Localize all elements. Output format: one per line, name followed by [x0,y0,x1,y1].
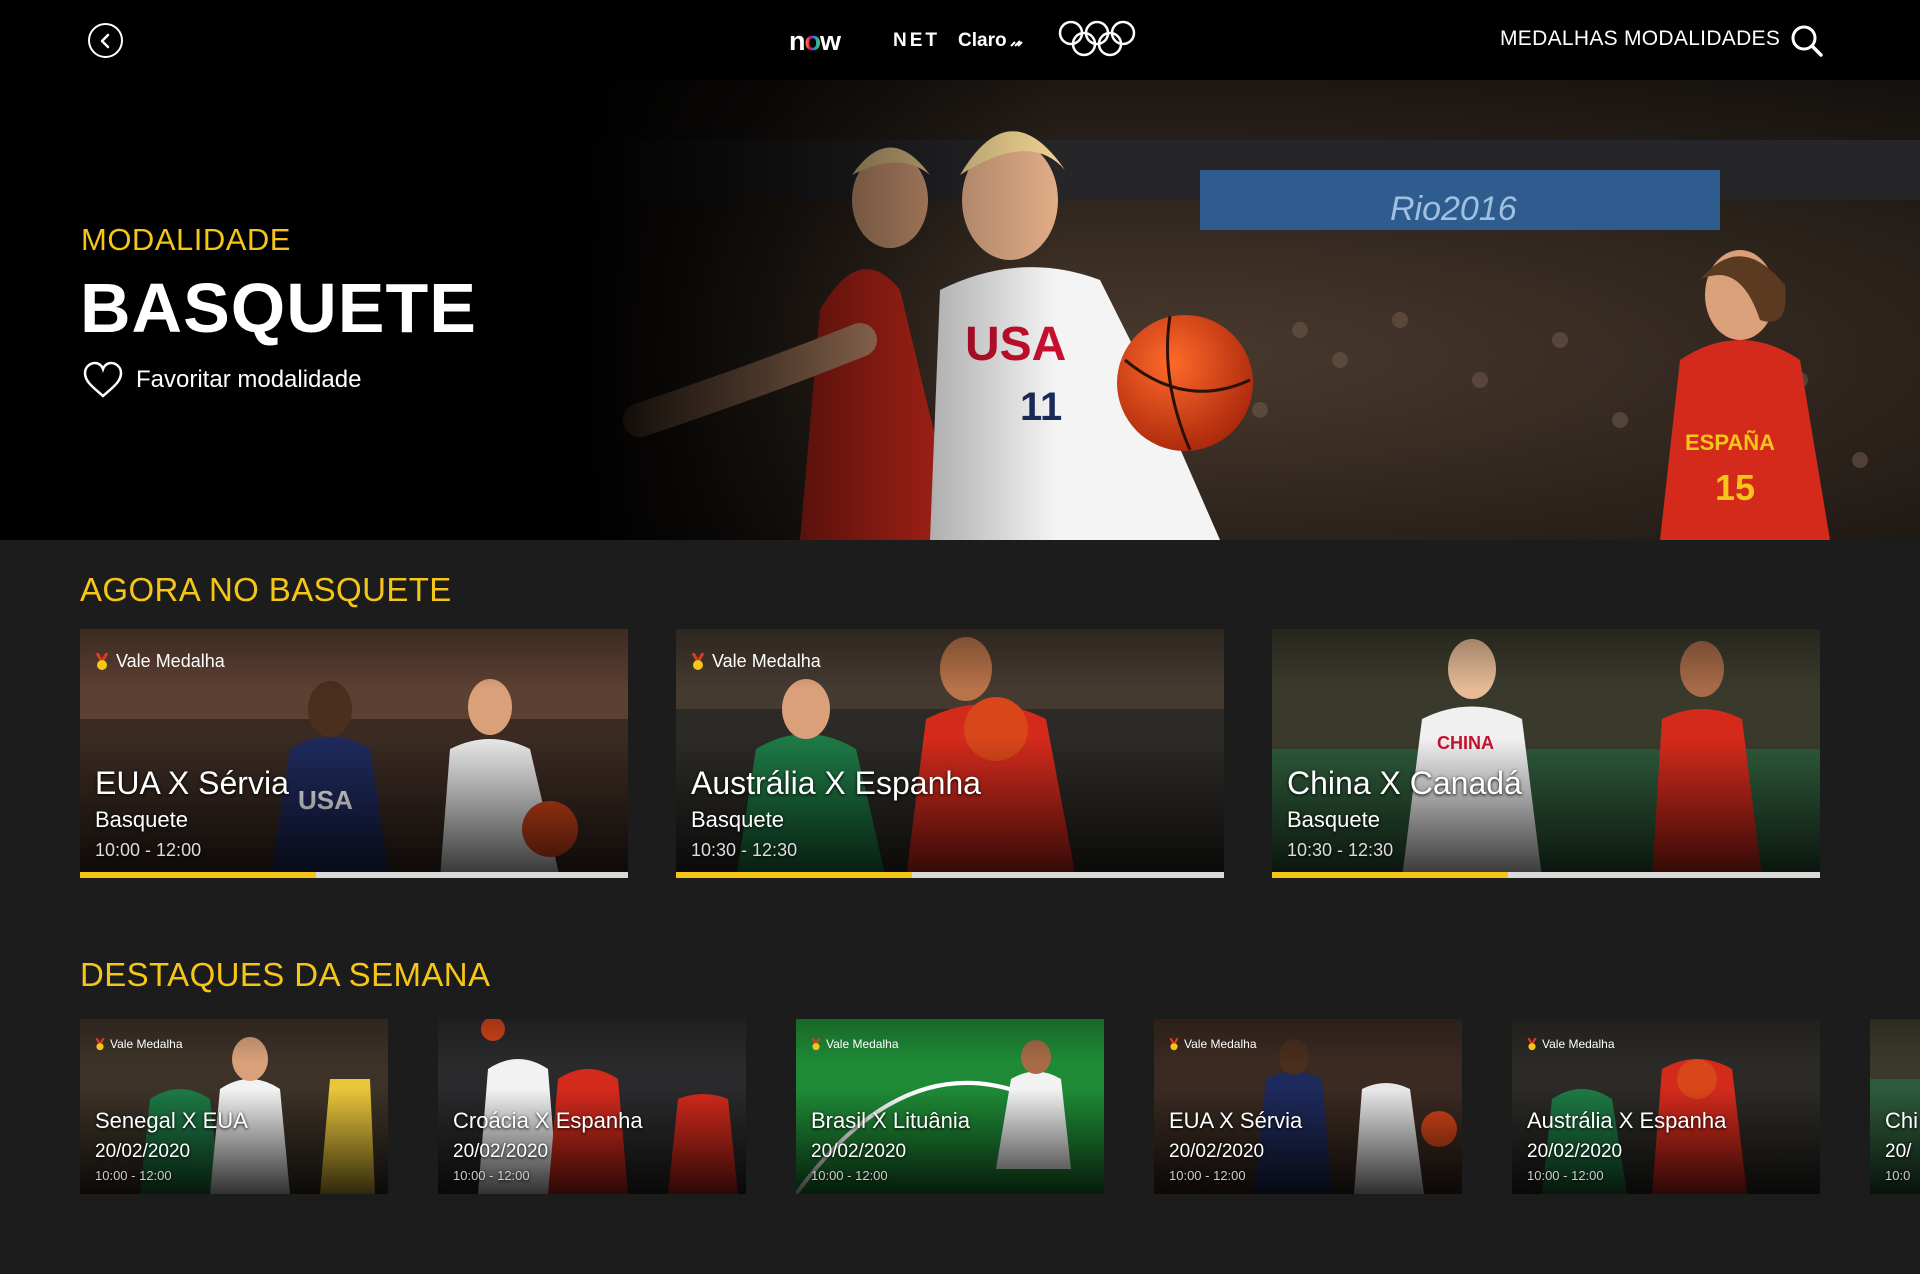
card-match: Senegal X EUA [95,1108,248,1133]
back-button[interactable] [88,23,123,58]
card-time: 10:00 - 12:00 [95,1168,172,1183]
medal-icon [95,652,109,670]
medal-badge-label: Vale Medalha [1184,1037,1257,1051]
hero-title: BASQUETE [80,269,477,347]
card-match: Croácia X Espanha [453,1108,643,1133]
card-date: 20/02/2020 [811,1141,907,1162]
medal-badge: Vale Medalha [95,651,225,672]
progress-fill [80,872,316,878]
section-title-highlights: DESTAQUES DA SEMANA [80,956,491,993]
hero-eyebrow: MODALIDADE [81,222,291,257]
medal-badge-label: Vale Medalha [110,1037,183,1051]
medal-icon [811,1037,821,1050]
nav-medalhas[interactable]: MEDALHAS [1500,27,1618,51]
live-card[interactable]: Vale Medalha Austrália X Espanha Basquet… [676,629,1224,878]
card-date: 20/ [1885,1141,1912,1162]
card-sport: Basquete [691,807,784,832]
medal-badge-label: Vale Medalha [1542,1037,1615,1051]
progress-bar [80,872,628,878]
card-time: 10:00 - 12:00 [811,1168,888,1183]
progress-fill [1272,872,1508,878]
highlight-card[interactable]: Vale Medalha EUA X Sérvia 20/02/2020 10:… [1154,1019,1462,1194]
card-date: 20/02/2020 [1169,1141,1265,1162]
card-time: 10:00 - 12:00 [453,1168,530,1183]
heart-outline-icon [83,361,123,398]
medal-badge: Vale Medalha [691,651,821,672]
medal-icon [95,1037,105,1050]
card-match: Austrália X Espanha [1527,1108,1727,1133]
medal-badge-label: Vale Medalha [116,651,225,671]
card-sport: Basquete [1287,807,1380,832]
progress-fill [676,872,912,878]
medal-icon [1169,1037,1179,1050]
olympic-rings-logo [1057,20,1137,57]
card-date: 20/02/2020 [453,1141,549,1162]
card-time: 10:00 - 12:00 [1169,1168,1246,1183]
card-time: 10:0 [1885,1168,1911,1183]
nav-modalidades[interactable]: MODALIDADES [1624,27,1780,51]
claro-logo: Claro [958,24,1023,58]
search-button[interactable] [1790,24,1824,58]
highlight-card-partial[interactable]: Chi 20/ 10:0 [1870,1019,1920,1194]
medal-icon [1527,1037,1537,1050]
medal-badge: Vale Medalha [95,1037,183,1051]
medal-badge: Vale Medalha [1169,1037,1257,1051]
net-logo: NET [893,30,940,51]
card-time: 10:00 - 12:00 [1527,1168,1604,1183]
card-time: 10:00 - 12:00 [95,840,202,860]
highlight-card[interactable]: Vale Medalha Senegal X EUA 20/02/2020 10… [80,1019,388,1194]
favorite-button[interactable]: Favoritar modalidade [82,361,361,399]
card-time: 10:30 - 12:30 [1287,840,1394,860]
highlight-card[interactable]: Croácia X Espanha 20/02/2020 10:00 - 12:… [438,1019,746,1194]
hero-banner: Rio2016 USA 11 ESPAÑA 15 MODALIDADE BASQ… [0,80,1920,540]
card-sport: Basquete [95,807,188,832]
medal-badge-label: Vale Medalha [712,651,821,671]
progress-bar [676,872,1224,878]
card-gradient [1272,629,1820,872]
card-date: 20/02/2020 [1527,1141,1623,1162]
card-match: EUA X Sérvia [95,765,289,801]
search-icon [1791,25,1823,57]
live-card[interactable]: USA Vale Medalha EUA X Sérvia Basquete 1… [80,629,628,878]
highlight-card[interactable]: Vale Medalha Austrália X Espanha 20/02/2… [1512,1019,1820,1194]
medal-badge: Vale Medalha [811,1037,899,1051]
highlight-card[interactable]: Vale Medalha Brasil X Lituânia 20/02/202… [796,1019,1104,1194]
progress-bar [1272,872,1820,878]
now-logo: now [789,25,841,56]
card-match: EUA X Sérvia [1169,1108,1303,1133]
favorite-label: Favoritar modalidade [136,366,362,393]
card-match: China X Canadá [1287,765,1522,801]
card-time: 10:30 - 12:30 [691,840,798,860]
medal-icon [691,652,705,670]
card-match: Brasil X Lituânia [811,1108,970,1133]
medal-badge: Vale Medalha [1527,1037,1615,1051]
medal-badge-label: Vale Medalha [826,1037,899,1051]
card-match: Austrália X Espanha [691,765,981,801]
section-title-now: AGORA NO BASQUETE [80,571,452,608]
top-bar: now NET Claro MEDALHAS MODALIDADES [0,0,1920,80]
chevron-left-icon [100,33,109,48]
card-date: 20/02/2020 [95,1141,191,1162]
card-match: Chi [1885,1108,1919,1133]
live-card[interactable]: CHINA China X Canadá Basquete 10:30 - 12… [1272,629,1820,878]
